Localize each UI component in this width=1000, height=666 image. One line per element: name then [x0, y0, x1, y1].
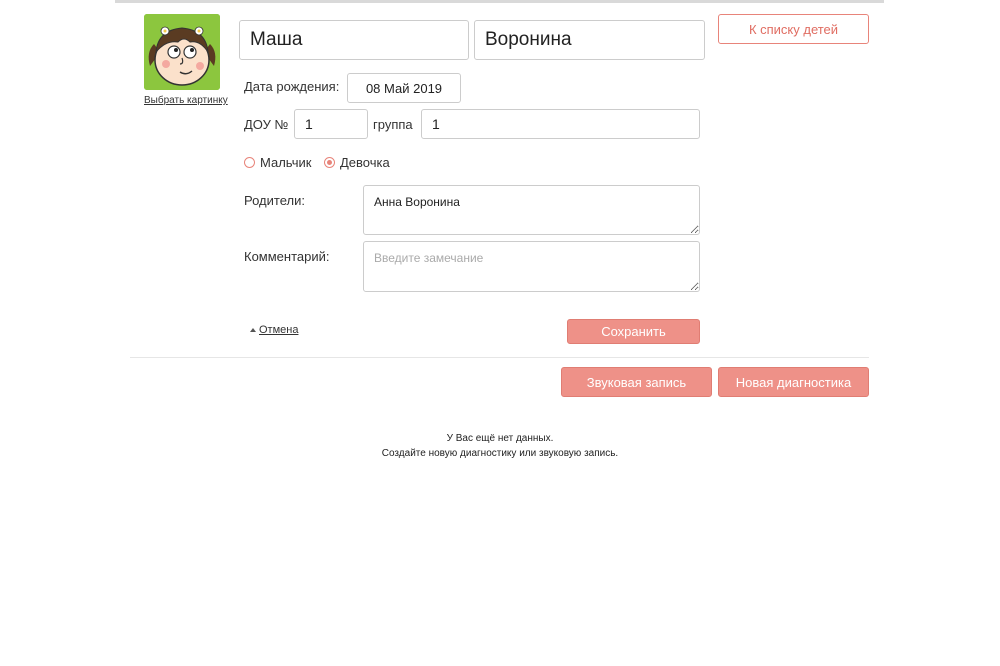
first-name-input[interactable]	[239, 20, 469, 60]
birth-date-picker[interactable]: 08 Май 2019	[347, 73, 461, 103]
top-rule	[115, 0, 884, 3]
comment-textarea[interactable]	[363, 241, 700, 292]
section-divider	[130, 357, 869, 358]
audio-record-button[interactable]: Звуковая запись	[561, 367, 712, 397]
parents-label: Родители:	[244, 193, 305, 208]
empty-state-message: У Вас ещё нет данных. Создайте новую диа…	[300, 431, 700, 461]
last-name-input[interactable]	[474, 20, 705, 60]
boy-radio[interactable]	[244, 157, 255, 168]
choose-picture-link[interactable]: Выбрать картинку	[144, 95, 228, 106]
cancel-link[interactable]: Отмена	[250, 324, 298, 336]
dou-label: ДОУ №	[244, 117, 289, 132]
girl-avatar-icon[interactable]	[144, 14, 220, 90]
caret-up-icon	[250, 328, 256, 332]
group-input[interactable]	[421, 109, 700, 139]
cancel-label: Отмена	[259, 324, 299, 336]
gender-option-boy[interactable]: Мальчик	[244, 155, 311, 170]
empty-state-line-1: У Вас ещё нет данных.	[446, 433, 554, 444]
comment-label: Комментарий:	[244, 249, 330, 264]
save-button[interactable]: Сохранить	[567, 319, 700, 344]
birth-date-label: Дата рождения:	[244, 79, 340, 94]
new-diagnostics-button[interactable]: Новая диагностика	[718, 367, 869, 397]
dou-number-input[interactable]	[294, 109, 368, 139]
empty-state-line-2: Создайте новую диагностику или звуковую …	[381, 448, 619, 459]
back-to-children-list-button[interactable]: К списку детей	[718, 14, 869, 44]
boy-label: Мальчик	[260, 155, 312, 170]
girl-radio[interactable]	[324, 157, 335, 168]
group-label: группа	[373, 117, 413, 132]
girl-label: Девочка	[340, 155, 390, 170]
parents-textarea[interactable]	[363, 185, 700, 235]
gender-option-girl[interactable]: Девочка	[324, 155, 390, 170]
